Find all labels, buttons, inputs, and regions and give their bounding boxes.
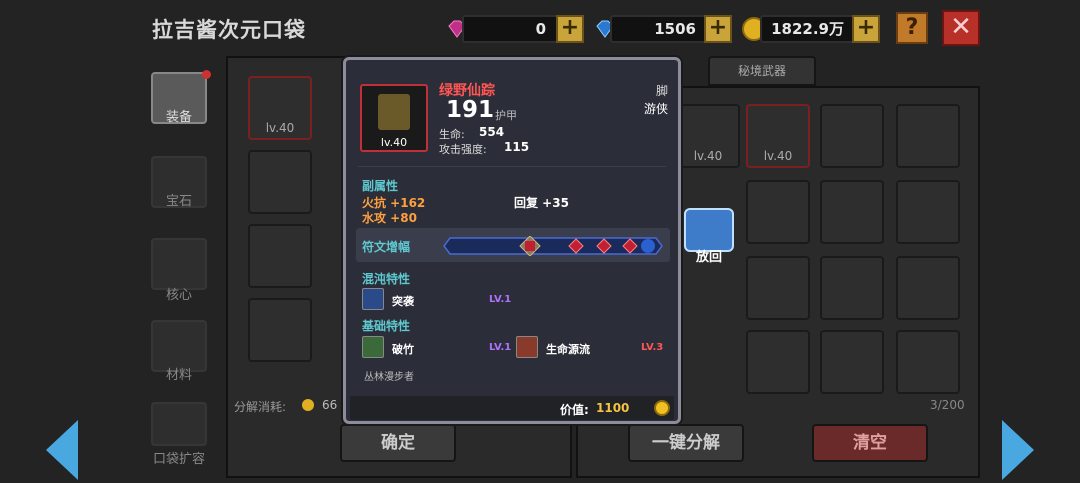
water-attack-stat: 水攻 +80	[362, 211, 417, 225]
equipment-slot[interactable]: lv.40	[248, 76, 312, 140]
sidebar-item-expand[interactable]: 口袋扩容	[146, 402, 212, 467]
inventory-slot[interactable]	[896, 104, 960, 168]
inventory-slot[interactable]: lv.40	[746, 104, 810, 168]
armor-value: 191	[446, 97, 495, 123]
add-gold-button[interactable]: +	[852, 15, 880, 43]
attack-label: 攻击强度:	[439, 143, 487, 156]
price-value: 1100	[596, 401, 630, 415]
inventory-slot[interactable]	[896, 256, 960, 320]
inventory-slot[interactable]	[820, 104, 884, 168]
confirm-button[interactable]: 确定	[340, 424, 456, 462]
price-label: 价值:	[560, 403, 589, 417]
sidebar-item-gems[interactable]: 宝石	[146, 156, 212, 209]
inventory-slot[interactable]	[248, 150, 312, 214]
inventory-slot[interactable]	[820, 256, 884, 320]
base-skill2-level: LV.3	[641, 342, 664, 353]
rune-bar[interactable]	[442, 235, 664, 257]
sidebar-item-label: 宝石	[165, 194, 192, 209]
help-button[interactable]: ?	[896, 12, 928, 44]
notification-dot	[202, 70, 211, 79]
sidebar-item-label: 材料	[165, 368, 192, 383]
sidebar-item-label: 口袋扩容	[152, 452, 205, 467]
base-skill1-level: LV.1	[489, 342, 512, 353]
inventory-slot[interactable]	[746, 256, 810, 320]
attack-value: 115	[504, 140, 530, 154]
raid-skill-icon[interactable]	[362, 288, 384, 310]
bamboo-skill-icon[interactable]	[362, 336, 384, 358]
slot-level: lv.40	[763, 149, 793, 163]
previous-page-arrow[interactable]	[46, 420, 78, 480]
base-traits-title: 基础特性	[362, 319, 411, 333]
slot-level: lv.40	[265, 121, 295, 135]
chaos-traits-title: 混沌特性	[362, 272, 411, 286]
sidebar-item-label: 装备	[165, 110, 192, 125]
inventory-slot[interactable]	[746, 330, 810, 394]
life-source-skill-icon[interactable]	[516, 336, 538, 358]
inventory-slot[interactable]	[248, 224, 312, 288]
chest-icon	[151, 402, 207, 446]
sub-attributes-title: 副属性	[362, 179, 399, 193]
capacity-counter: 3/200	[930, 398, 965, 412]
dismantle-cost-value: 66	[322, 398, 338, 412]
inventory-slot[interactable]	[820, 180, 884, 244]
inventory-slot[interactable]	[896, 180, 960, 244]
dismantle-cost-label: 分解消耗:	[234, 400, 287, 414]
slot-level: lv.40	[693, 149, 723, 163]
put-back-button[interactable]: 放回	[684, 208, 734, 268]
base-skill1-name: 破竹	[392, 343, 414, 356]
item-icon-frame: lv.40	[360, 84, 428, 152]
clear-button[interactable]: 清空	[812, 424, 928, 462]
set-name: 丛林漫步者	[364, 372, 414, 383]
close-button[interactable]: ✕	[942, 10, 980, 46]
core-icon	[151, 238, 207, 290]
inventory-slot[interactable]: lv.40	[676, 104, 740, 168]
sidebar-item-equipment[interactable]: 装备	[146, 72, 212, 125]
add-pink-gem-button[interactable]: +	[556, 15, 584, 43]
regen-stat: 回复 +35	[514, 196, 569, 210]
one-click-dismantle-button[interactable]: 一键分解	[628, 424, 744, 462]
sidebar-item-label: 核心	[165, 288, 192, 303]
pocket-title: 拉吉酱次元口袋	[152, 18, 306, 42]
next-page-arrow[interactable]	[1002, 420, 1034, 480]
inventory-slot[interactable]	[746, 180, 810, 244]
inventory-slot[interactable]	[820, 330, 884, 394]
sidebar-item-materials[interactable]: 材料	[146, 320, 212, 383]
hp-label: 生命:	[439, 128, 465, 141]
put-back-label: 放回	[695, 250, 722, 265]
rune-label: 符文增幅	[362, 240, 411, 254]
item-slot: 脚	[655, 84, 668, 98]
item-level: lv.40	[380, 136, 408, 149]
add-blue-gem-button[interactable]: +	[704, 15, 732, 43]
sidebar-item-core[interactable]: 核心	[146, 238, 212, 303]
gold-coin-icon	[654, 400, 670, 416]
boots-icon	[378, 94, 410, 130]
hp-value: 554	[479, 125, 505, 139]
inventory-slot[interactable]	[896, 330, 960, 394]
base-skill2-name: 生命源流	[546, 343, 590, 356]
chaos-skill-level: LV.1	[489, 294, 512, 305]
item-class: 游侠	[643, 102, 668, 116]
item-detail-popup: lv.40 绿野仙踪 191 护甲 脚 游侠 生命: 554 攻击强度: 115…	[343, 57, 681, 424]
armor-label: 护甲	[495, 109, 517, 122]
coin-icon	[302, 399, 314, 411]
inventory-slot[interactable]	[248, 298, 312, 362]
chaos-skill-name: 突袭	[392, 295, 414, 308]
tab-secret-weapon[interactable]: 秘境武器	[708, 56, 816, 86]
